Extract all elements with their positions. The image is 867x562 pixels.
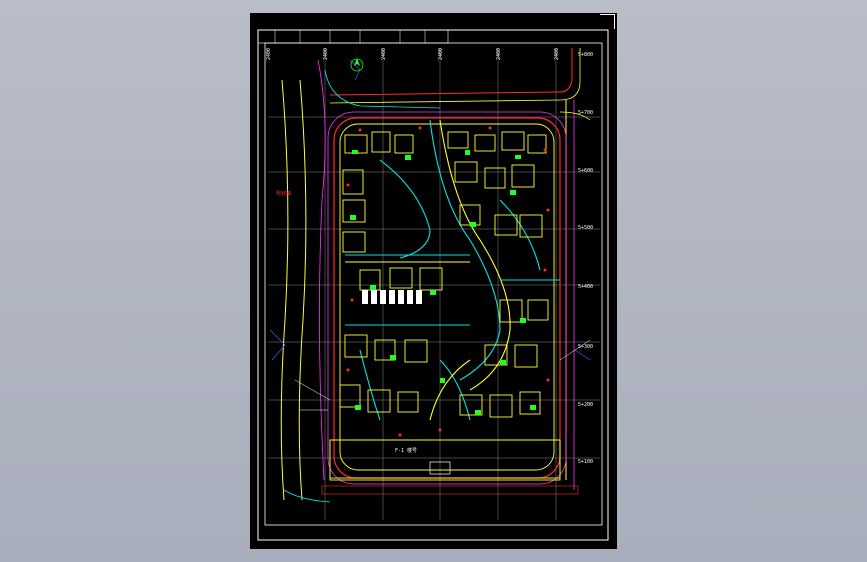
axis-label-top: 2400 — [496, 48, 502, 60]
left-road-centerline — [317, 59, 326, 481]
top-road-edge — [329, 48, 573, 96]
axis-label-right: 5+100 — [578, 459, 593, 465]
road-label-left: 规划路 — [276, 190, 291, 197]
axis-label-right: 5+400 — [578, 284, 593, 290]
coordinate-grid — [268, 48, 600, 520]
landscape-marks — [350, 150, 536, 415]
axis-label-top: 2400 — [381, 48, 387, 60]
axis-label-top: 2400 — [438, 48, 444, 60]
central-block-bars — [362, 290, 422, 304]
axis-label-right: 5+200 — [578, 402, 593, 408]
building-footprints — [329, 131, 561, 479]
axis-label-right: 5+600 — [578, 168, 593, 174]
cad-viewport[interactable]: 2400 2400 2400 2400 2400 2400 5+800 5+70… — [0, 0, 867, 562]
north-arrow-icon — [350, 58, 364, 72]
central-block-label: F-1 楼号 — [395, 447, 417, 454]
left-road-edge — [280, 79, 289, 501]
axis-label-right: 5+300 — [578, 344, 593, 350]
axis-label-top: 2400 — [323, 48, 329, 60]
axis-label-top: 2400 — [266, 48, 272, 60]
title-block-icon — [257, 29, 449, 44]
left-road-edge — [298, 79, 307, 501]
blue-annotations — [269, 59, 591, 361]
drawing-frame-inner — [264, 42, 603, 526]
axis-label-right: 5+500 — [578, 225, 593, 231]
site-plan-drawing: 2400 2400 2400 2400 2400 2400 5+800 5+70… — [257, 29, 609, 541]
axis-label-top: 2400 — [554, 48, 560, 60]
